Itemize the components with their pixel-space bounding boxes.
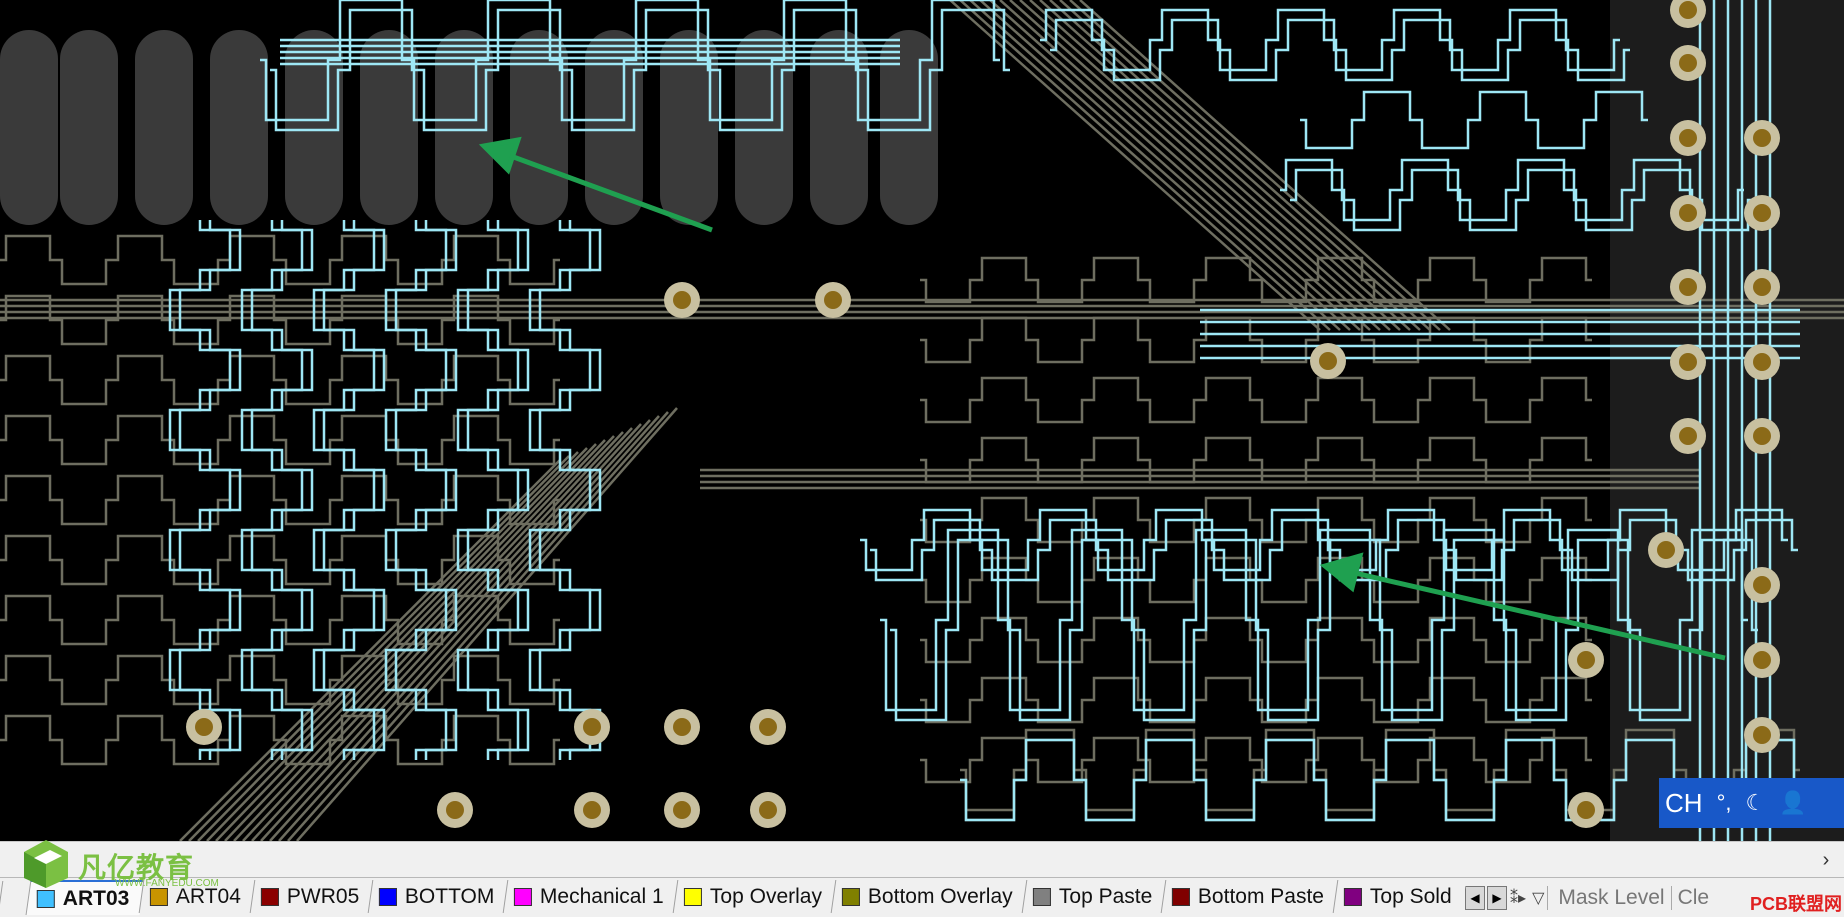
layer-tab-label: PWR05 <box>286 884 359 908</box>
via-hole <box>583 801 601 819</box>
layer-color-swatch <box>842 887 861 906</box>
layer-color-swatch <box>260 887 279 906</box>
layer-tab-label: Top Sold <box>1370 884 1453 908</box>
filter-icon[interactable]: ▽ <box>1529 888 1547 908</box>
via-hole <box>1679 353 1697 371</box>
via-hole <box>195 718 213 736</box>
ime-lang-label[interactable]: CH <box>1665 788 1703 819</box>
via-hole <box>1319 352 1337 370</box>
layer-tab[interactable]: Top Paste <box>1021 880 1167 913</box>
layer-tab-label: Bottom Overlay <box>868 884 1013 908</box>
via-hole <box>1679 278 1697 296</box>
via-hole <box>673 291 691 309</box>
layer-tab-label: Bottom Paste <box>1198 884 1325 908</box>
layer-color-swatch <box>1344 887 1363 906</box>
ime-language-bar[interactable]: CH °, ☾ 👤 <box>1659 778 1844 828</box>
via-hole <box>1753 576 1771 594</box>
via-hole <box>1753 427 1771 445</box>
clear-button[interactable]: Cle <box>1670 885 1716 910</box>
layer-tab-label: Top Paste <box>1058 884 1153 908</box>
tab-scroll-right-icon[interactable]: ▶ <box>1487 885 1508 910</box>
layer-set-icon[interactable]: ⁑▸ <box>1507 888 1529 908</box>
layer-tab[interactable]: Mechanical 1 <box>503 880 679 913</box>
via-hole <box>1753 353 1771 371</box>
logo-url: WWW.FANYEDU.COM <box>115 878 219 889</box>
layer-color-swatch <box>684 887 703 906</box>
via-hole <box>1679 427 1697 445</box>
layer-tab[interactable]: BOTTOM <box>367 880 509 913</box>
status-bar: › <box>0 841 1844 878</box>
layer-color-swatch <box>1172 887 1191 906</box>
moon-icon[interactable]: ☾ <box>1745 790 1765 816</box>
watermark: PCB联盟网 <box>1749 894 1842 914</box>
via-hole <box>1577 651 1595 669</box>
layer-tab-bar: ART03 ART04 PWR05 BOTTOM Mechanical 1 Top Ove… <box>0 877 1844 917</box>
layer-color-swatch <box>378 887 397 906</box>
ime-punct-icon[interactable]: °, <box>1717 790 1732 816</box>
layer-tab[interactable]: Top Sold <box>1332 880 1467 913</box>
layer-tab[interactable]: Bottom Overlay <box>830 880 1028 913</box>
mask-level-button[interactable]: Mask Level <box>1547 885 1670 910</box>
user-icon[interactable]: 👤 <box>1779 790 1806 816</box>
via-hole <box>1657 541 1675 559</box>
via-hole <box>1753 278 1771 296</box>
via-hole <box>1679 54 1697 72</box>
tab-navigation: ◀ ▶ <box>1465 885 1508 910</box>
layer-tab[interactable]: Bottom Paste <box>1160 880 1339 913</box>
cube-logo-icon <box>24 840 68 888</box>
layer-color-swatch <box>1032 887 1051 906</box>
layer-tab-label: Mechanical 1 <box>540 884 665 908</box>
brand-logo: 凡亿教育 WWW.FANYEDU.COM <box>20 838 230 894</box>
via-hole <box>673 718 691 736</box>
scroll-right-icon[interactable]: › <box>1816 848 1836 872</box>
via-hole <box>673 801 691 819</box>
pcb-canvas[interactable]: CH °, ☾ 👤 <box>0 0 1844 841</box>
via-hole <box>1753 651 1771 669</box>
via-hole <box>824 291 842 309</box>
via-hole <box>759 718 777 736</box>
layer-tab[interactable]: PWR05 <box>249 880 374 913</box>
layer-tab-label: Top Overlay <box>710 884 823 908</box>
via-hole <box>1753 726 1771 744</box>
via-hole <box>583 718 601 736</box>
via-hole <box>1679 1 1697 19</box>
via-hole <box>1753 204 1771 222</box>
via-hole <box>1679 129 1697 147</box>
layer-color-swatch <box>514 887 533 906</box>
via-hole <box>446 801 464 819</box>
tab-scroll-left-icon[interactable]: ◀ <box>1465 885 1486 910</box>
layer-tab-label: BOTTOM <box>404 884 495 908</box>
layer-tab[interactable]: Top Overlay <box>672 880 837 913</box>
via-hole <box>1577 801 1595 819</box>
via-hole <box>1679 204 1697 222</box>
via-hole <box>1753 129 1771 147</box>
via-hole <box>759 801 777 819</box>
